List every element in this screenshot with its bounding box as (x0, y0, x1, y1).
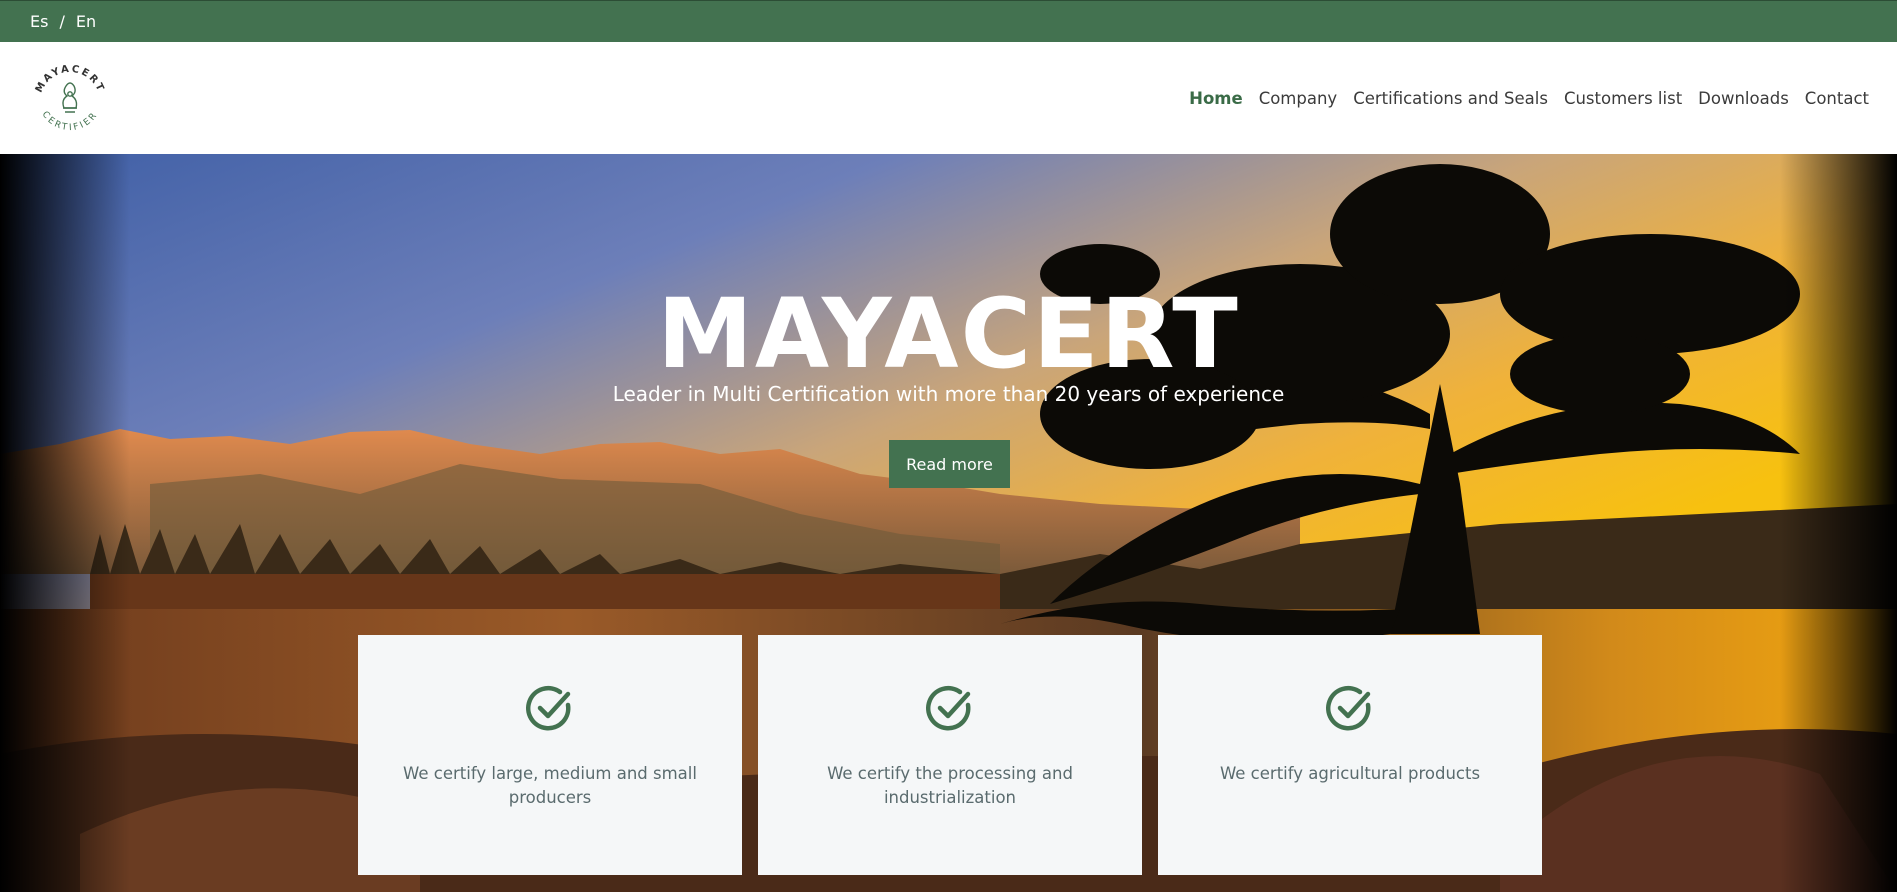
language-en-link[interactable]: En (76, 12, 96, 31)
feature-card-producers: We certify large, medium and small produ… (358, 635, 742, 875)
language-separator: / (59, 12, 65, 31)
nav-home[interactable]: Home (1189, 89, 1243, 108)
feature-card-processing: We certify the processing and industrial… (758, 635, 1142, 875)
logo-emblem-icon (62, 82, 78, 113)
language-es-link[interactable]: Es (30, 12, 48, 31)
language-bar: Es / En (0, 0, 1897, 42)
logo-bottom-text: CERTIFIER (40, 110, 98, 133)
hero-section: MAYACERT Leader in Multi Certification w… (0, 154, 1897, 892)
feature-card-agricultural: We certify agricultural products (1158, 635, 1542, 875)
feature-card-text: We certify the processing and industrial… (827, 764, 1073, 807)
hero-title: MAYACERT (657, 278, 1240, 390)
feature-card-text: We certify large, medium and small produ… (403, 764, 697, 807)
site-header: MAYACERT CERTIFIER Home Company Certific… (0, 42, 1897, 154)
svg-text:CERTIFIER: CERTIFIER (40, 110, 101, 133)
nav-contact[interactable]: Contact (1805, 89, 1869, 108)
nav-customers-list[interactable]: Customers list (1564, 89, 1682, 108)
nav-certifications-and-seals[interactable]: Certifications and Seals (1353, 89, 1548, 108)
logo-top-text: MAYACERT (34, 64, 104, 95)
main-nav: Home Company Certifications and Seals Cu… (1173, 42, 1869, 154)
check-circle-icon (526, 685, 571, 731)
read-more-button[interactable]: Read more (889, 440, 1010, 488)
nav-downloads[interactable]: Downloads (1698, 89, 1789, 108)
check-circle-icon (926, 685, 971, 731)
check-circle-icon (1326, 685, 1371, 731)
mayacert-logo[interactable]: MAYACERT CERTIFIER (26, 54, 114, 142)
nav-company[interactable]: Company (1259, 89, 1338, 108)
hero-subtitle: Leader in Multi Certification with more … (612, 382, 1285, 406)
svg-text:MAYACERT: MAYACERT (34, 64, 107, 95)
feature-card-text: We certify agricultural products (1219, 764, 1481, 783)
